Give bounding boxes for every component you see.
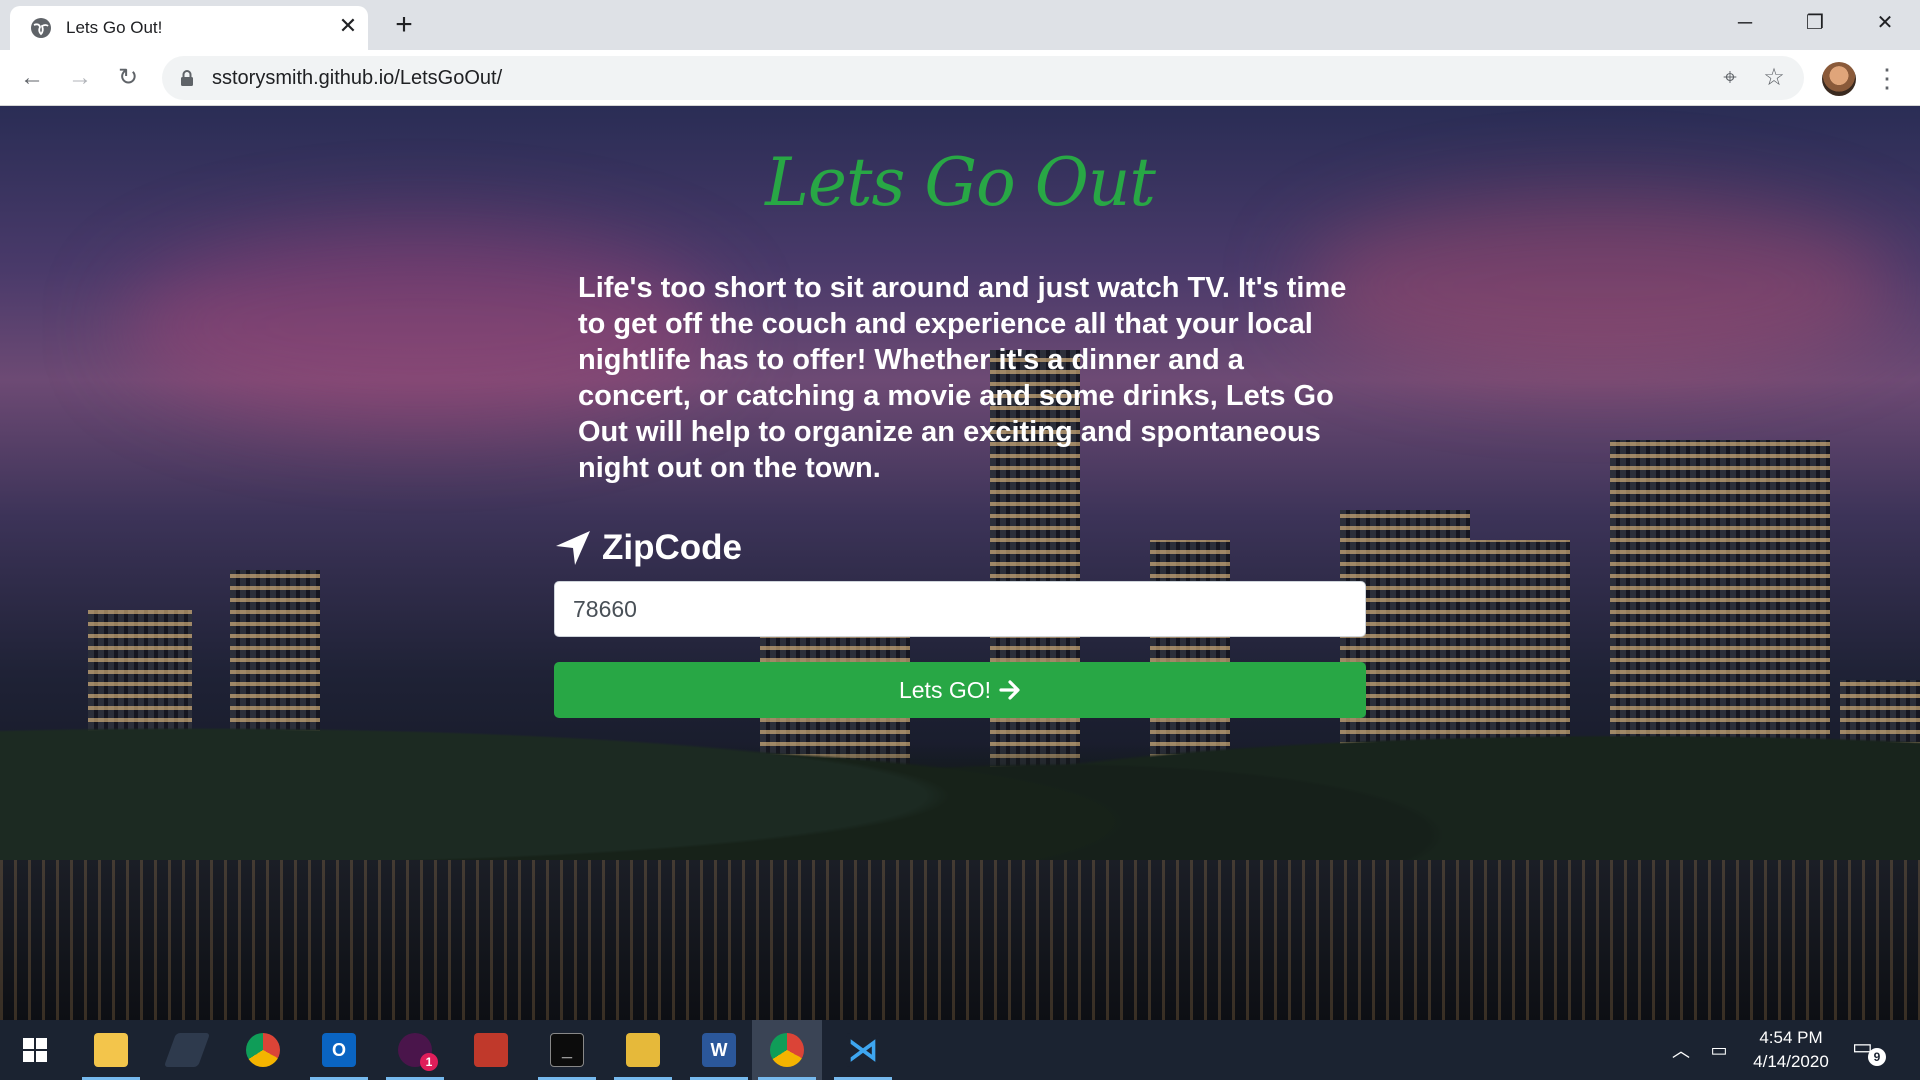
location-arrow-icon [556, 531, 590, 565]
back-icon[interactable]: ← [16, 62, 48, 94]
taskbar-slack[interactable]: 1 [380, 1020, 450, 1080]
lets-go-button[interactable]: Lets GO! [554, 662, 1366, 718]
taskbar-vscode[interactable]: ⋊ [828, 1020, 898, 1080]
zipcode-label: ZipCode [554, 526, 742, 570]
chrome-profile-icon [770, 1033, 804, 1067]
taskbar-outlook[interactable]: O [304, 1020, 374, 1080]
page-viewport: Lets Go Out Life's too short to sit arou… [0, 106, 1920, 1020]
reload-icon[interactable]: ↻ [112, 62, 144, 94]
scanner-icon [163, 1033, 211, 1067]
profile-avatar[interactable] [1822, 62, 1856, 96]
terminal-icon: _ [550, 1033, 584, 1067]
site-title: Lets Go Out [765, 144, 1156, 221]
slack-icon: 1 [398, 1033, 438, 1071]
lets-go-button-label: Lets GO! [898, 676, 992, 703]
taskbar-word[interactable]: W [684, 1020, 754, 1080]
river-water [0, 860, 1920, 1020]
location-icon[interactable]: ⌖ [1716, 64, 1744, 92]
taskbar: O 1 _ W ⋊ ︿ ▭ 4:54 PM 4/14/2020 ▭ 9 [0, 1020, 1920, 1080]
browser-toolbar: ← → ↻ sstorysmith.github.io/LetsGoOut/ ⌖… [0, 50, 1920, 106]
taskbar-app-red[interactable] [456, 1020, 526, 1080]
windows-logo-icon [23, 1038, 47, 1062]
browser-tab[interactable]: Lets Go Out! ✕ [10, 6, 368, 50]
windows-start-button[interactable] [0, 1020, 70, 1080]
clock-time: 4:54 PM [1759, 1028, 1823, 1047]
tab-close-icon[interactable]: ✕ [336, 14, 360, 38]
close-window-icon[interactable]: ✕ [1862, 6, 1908, 40]
taskbar-photo-app[interactable] [152, 1020, 222, 1080]
word-icon: W [702, 1033, 736, 1067]
slack-badge: 1 [420, 1053, 438, 1071]
taskbar-clock[interactable]: 4:54 PM 4/14/2020 [1736, 1026, 1846, 1074]
bookmark-star-icon[interactable]: ☆ [1760, 64, 1788, 92]
menu-icon[interactable]: ⋮ [1874, 62, 1900, 94]
globe-icon [31, 18, 51, 38]
taskbar-chrome[interactable] [228, 1020, 298, 1080]
zipcode-input[interactable] [554, 581, 1366, 637]
clock-date: 4/14/2020 [1753, 1052, 1829, 1071]
notification-count: 9 [1868, 1048, 1886, 1066]
lock-icon [181, 70, 193, 86]
folder-icon [94, 1033, 128, 1067]
notification-center-icon[interactable]: ▭ 9 [1852, 1034, 1886, 1066]
vscode-icon: ⋊ [846, 1033, 880, 1067]
arrow-right-icon [999, 680, 1020, 700]
zipcode-label-text: ZipCode [602, 528, 742, 567]
outlook-icon: O [322, 1033, 356, 1067]
address-bar[interactable]: sstorysmith.github.io/LetsGoOut/ ⌖ ☆ [162, 56, 1804, 100]
tab-title: Lets Go Out! [66, 18, 163, 37]
sky-glow [1300, 196, 1900, 376]
taskbar-terminal[interactable]: _ [532, 1020, 602, 1080]
forward-icon[interactable]: → [64, 62, 96, 94]
restore-icon[interactable]: ❐ [1792, 6, 1838, 40]
taskbar-chrome-active[interactable] [752, 1020, 822, 1080]
tray-overflow-icon[interactable]: ︿ [1666, 1020, 1696, 1080]
intro-paragraph: Life's too short to sit around and just … [578, 272, 1347, 484]
minimize-icon[interactable]: ─ [1722, 6, 1768, 40]
app-red-icon [474, 1033, 508, 1067]
taskbar-archive[interactable] [608, 1020, 678, 1080]
tab-strip: Lets Go Out! ✕ + ─ ❐ ✕ [0, 0, 1920, 50]
battery-icon[interactable]: ▭ [1702, 1020, 1736, 1080]
taskbar-file-explorer[interactable] [76, 1020, 146, 1080]
chrome-icon [246, 1033, 280, 1067]
new-tab-icon[interactable]: + [390, 10, 418, 40]
archive-icon [626, 1033, 660, 1067]
url-text: sstorysmith.github.io/LetsGoOut/ [212, 67, 503, 89]
